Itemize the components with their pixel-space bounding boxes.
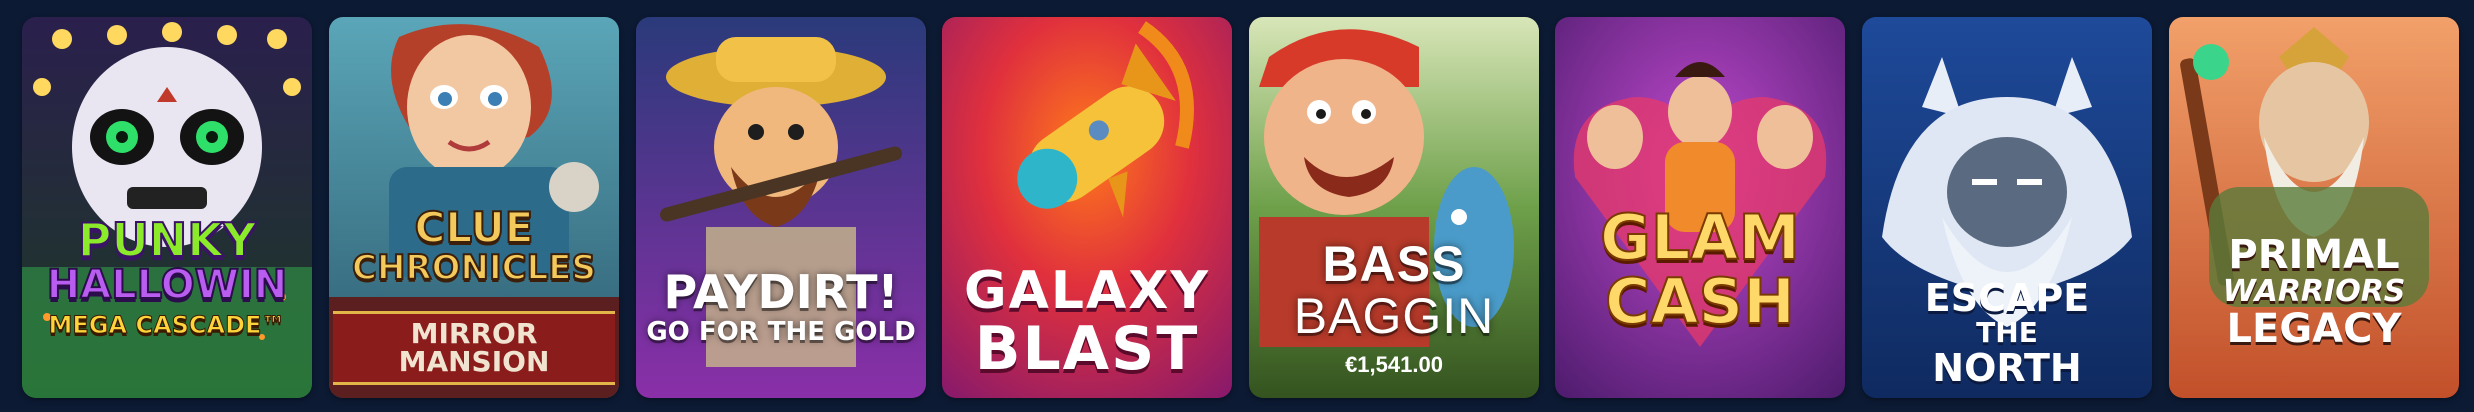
game-title-line-1: BASS <box>1322 236 1466 292</box>
punky-hallowin-artwork <box>22 17 312 398</box>
game-title-line-2: BLAST <box>974 314 1200 384</box>
game-tile-escape-the-north[interactable]: ESCAPE THE NORTH <box>1862 17 2152 398</box>
game-title-line-1: PUNKY <box>77 213 258 267</box>
game-title-line-2: BAGGIN <box>1293 288 1495 344</box>
game-title-line-1: GALAXY <box>963 261 1211 321</box>
game-title-line-2: WARRIORS <box>2222 274 2406 309</box>
game-title-line-3: LEGACY <box>2226 306 2402 352</box>
game-subtitle: MEGA CASCADE™ <box>48 311 286 339</box>
game-tile-punky-hallowin[interactable]: PUNKY HALLOWIN MEGA CASCADE™ <box>22 17 312 398</box>
game-title-line-2: HALLOWIN <box>46 262 288 308</box>
game-title-line-2: THE <box>1976 316 2038 349</box>
game-tile-clue-chronicles[interactable]: CLUE CHRONICLES MIRROR MANSION <box>329 17 619 398</box>
game-tile-paydirt[interactable]: PAYDIRT! GO FOR THE GOLD <box>636 17 926 398</box>
game-title-line-1: GLAM <box>1599 201 1801 274</box>
game-title-line-1: PAYDIRT! <box>663 265 899 319</box>
game-title-line-1: ESCAPE <box>1924 276 2090 320</box>
game-title-line-2: CASH <box>1604 265 1796 338</box>
game-title-line-3: NORTH <box>1932 346 2082 390</box>
game-title-line-2: CHRONICLES <box>351 248 597 288</box>
jackpot-amount: €1,541.00 <box>1345 352 1443 377</box>
game-title-line-1: CLUE <box>414 203 535 252</box>
game-tile-glam-cash[interactable]: GLAM CASH <box>1555 17 1845 398</box>
game-title-line-1: PRIMAL <box>2228 232 2400 278</box>
game-tile-primal-warriors-legacy[interactable]: PRIMAL WARRIORS LEGACY <box>2169 17 2459 398</box>
game-carousel: PUNKY HALLOWIN MEGA CASCADE™ CLUE CHRONI <box>0 0 2474 412</box>
game-tile-bass-baggin[interactable]: BASS BAGGIN €1,541.00 <box>1249 17 1539 398</box>
game-tile-galaxy-blast[interactable]: GALAXY BLAST <box>942 17 1232 398</box>
game-subtitle: MIRROR MANSION <box>333 311 615 385</box>
game-subtitle: GO FOR THE GOLD <box>646 317 916 347</box>
